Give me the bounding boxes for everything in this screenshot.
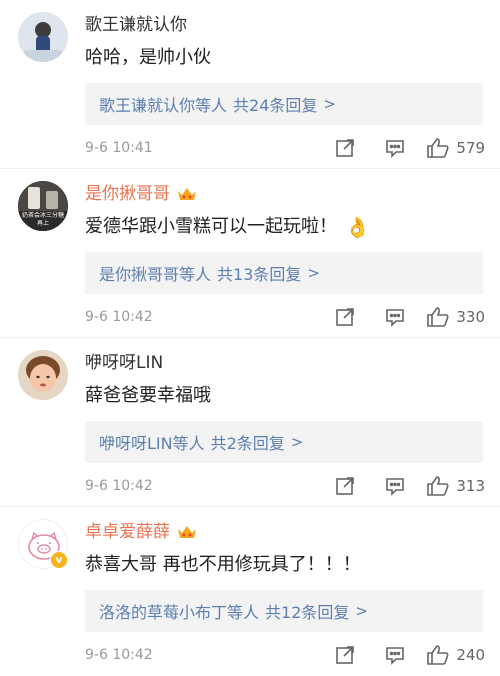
avatar-caption: 奶茶会冰三分糖 再上 [21,212,64,227]
comment-icon [386,478,405,496]
ok-hand-emoji: 👌 [345,215,370,239]
reply-users[interactable]: 洛洛的草莓小布丁等人 [99,599,259,623]
repost-button[interactable] [320,305,370,329]
reply-users[interactable]: 咿呀呀LIN等人 [99,430,205,454]
comment-list: 歌王谦就认你 哈哈，是帅小伙 歌王谦就认你等人 共24条回复 > 9-6 10:… [0,0,500,675]
comment-actions: 330 [320,305,485,329]
username[interactable]: 歌王谦就认你 [85,14,187,36]
chevron-right-icon: > [355,602,368,620]
comment-text-body: 薛爸爸要幸福哦 [85,385,211,406]
repost-icon [336,139,355,157]
comment-button[interactable] [370,643,420,667]
username-text[interactable]: 歌王谦就认你 [85,14,187,36]
comment-actions: 579 [320,136,485,160]
comment-item: v 卓卓爱薛薛 恭喜大哥 再也不用修玩具了！！！ 洛洛的草莓小布丁等人 共12条… [0,507,500,676]
replies-summary[interactable]: 歌王谦就认你等人 共24条回复 > [85,83,483,125]
comment-actions: 240 [320,643,485,667]
repost-icon [336,308,355,326]
avatar[interactable] [18,12,68,62]
reply-count[interactable]: 共13条回复 [217,261,301,285]
timestamp: 9-6 10:42 [85,478,153,494]
replies-summary[interactable]: 咿呀呀LIN等人 共2条回复 > [85,421,483,463]
repost-button[interactable] [320,136,370,160]
chevron-right-icon: > [307,264,320,282]
timestamp: 9-6 10:42 [85,647,153,663]
reply-users[interactable]: 歌王谦就认你等人 [99,92,227,116]
comment-item: 歌王谦就认你 哈哈，是帅小伙 歌王谦就认你等人 共24条回复 > 9-6 10:… [0,0,500,169]
repost-icon [336,477,355,495]
comment-item: 咿呀呀LIN 薛爸爸要幸福哦 咿呀呀LIN等人 共2条回复 > 9-6 10:4… [0,338,500,507]
like-button[interactable]: 313 [426,475,485,497]
username[interactable]: 咿呀呀LIN [85,352,163,374]
verified-badge-icon: v [50,551,68,569]
like-count: 579 [456,139,485,157]
comment-footer: 9-6 10:42 313 [85,474,485,498]
avatar[interactable]: 奶茶会冰三分糖 再上 [18,181,68,231]
timestamp: 9-6 10:41 [85,140,153,156]
replies-summary[interactable]: 洛洛的草莓小布丁等人 共12条回复 > [85,590,483,632]
username[interactable]: 是你揪哥哥 [85,183,198,205]
repost-button[interactable] [320,474,370,498]
chevron-right-icon: > [290,433,304,451]
chevron-right-icon: > [323,95,336,113]
comment-footer: 9-6 10:42 240 [85,643,485,667]
comment-footer: 9-6 10:42 330 [85,305,485,329]
comment-button[interactable] [370,136,420,160]
comment-text: 恭喜大哥 再也不用修玩具了！！！ [85,553,361,577]
comment-text-body: 哈哈，是帅小伙 [85,47,211,68]
replies-summary[interactable]: 是你揪哥哥等人 共13条回复 > [85,252,483,294]
comment-button[interactable] [370,474,420,498]
comment-icon [386,140,405,158]
comment-text: 薛爸爸要幸福哦 [85,384,211,408]
like-icon [427,307,449,327]
reply-users[interactable]: 是你揪哥哥等人 [99,261,211,285]
like-icon [427,138,449,158]
like-icon [427,645,449,665]
reply-count[interactable]: 共2条回复 [211,430,285,454]
reply-count[interactable]: 共24条回复 [233,92,317,116]
username-text[interactable]: 是你揪哥哥 [85,183,170,205]
like-button[interactable]: 240 [426,644,485,666]
comment-icon [386,647,405,665]
like-button[interactable]: 579 [426,137,485,159]
like-count: 313 [456,477,485,495]
comment-item: 奶茶会冰三分糖 再上 是你揪哥哥 爱德华跟小雪糕可以一起玩啦！ 👌 是你揪哥哥等… [0,169,500,338]
like-count: 330 [456,308,485,326]
repost-icon [336,646,355,664]
like-icon [427,476,449,496]
comment-text-body: 爱德华跟小雪糕可以一起玩啦！ [85,216,337,237]
crown-badge-icon [178,188,196,200]
comment-icon [386,309,405,327]
timestamp: 9-6 10:42 [85,309,153,325]
crown-badge-icon [178,526,196,538]
username-text[interactable]: 卓卓爱薛薛 [85,521,170,543]
avatar[interactable] [18,350,68,400]
reply-count[interactable]: 共12条回复 [265,599,349,623]
like-button[interactable]: 330 [426,306,485,328]
like-count: 240 [456,646,485,664]
comment-text-body: 恭喜大哥 再也不用修玩具了！！！ [85,554,361,575]
comment-text: 爱德华跟小雪糕可以一起玩啦！ 👌 [85,215,370,239]
comment-text: 哈哈，是帅小伙 [85,46,211,70]
username-text[interactable]: 咿呀呀LIN [85,352,163,374]
comment-button[interactable] [370,305,420,329]
username[interactable]: 卓卓爱薛薛 [85,521,198,543]
comment-actions: 313 [320,474,485,498]
comment-footer: 9-6 10:41 579 [85,136,485,160]
repost-button[interactable] [320,643,370,667]
